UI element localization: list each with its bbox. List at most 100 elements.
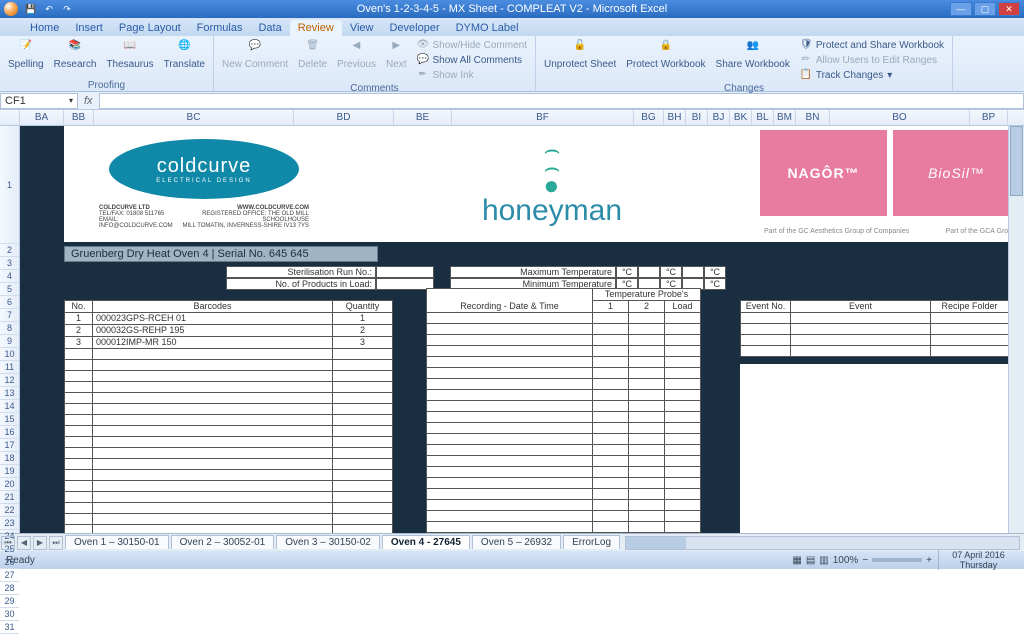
recording-table[interactable]: Recording - Date & TimeTemperature Probe… [426,288,701,533]
column-header-BF[interactable]: BF [452,110,634,125]
redo-icon[interactable]: ↷ [60,2,74,16]
row-header-13[interactable]: 13 [0,387,19,400]
horizontal-scrollbar[interactable] [625,536,1020,550]
tab-nav-first[interactable]: ⏮ [1,536,15,550]
row-header-28[interactable]: 28 [0,582,19,595]
row-header-5[interactable]: 5 [0,283,19,296]
row-header-27[interactable]: 27 [0,569,19,582]
row-header-30[interactable]: 30 [0,608,19,621]
ribbon-tab-view[interactable]: View [342,20,382,36]
sheet-tab-oven-4-27645[interactable]: Oven 4 - 27645 [382,535,470,549]
protect-share-button[interactable]: 🛡Protect and Share Workbook [798,38,946,52]
view-layout-icon[interactable]: ▤ [806,555,815,566]
sheet-tab-oven-1-30150-01[interactable]: Oven 1 – 30150-01 [65,535,169,549]
ribbon-tab-insert[interactable]: Insert [67,20,111,36]
column-header-BG[interactable]: BG [634,110,664,125]
row-header-14[interactable]: 14 [0,400,19,413]
row-header-12[interactable]: 12 [0,374,19,387]
sheet-tab-oven-5-26932[interactable]: Oven 5 – 26932 [472,535,561,549]
row-header-11[interactable]: 11 [0,361,19,374]
ribbon-tab-formulas[interactable]: Formulas [189,20,251,36]
row-header-4[interactable]: 4 [0,270,19,283]
row-header-1[interactable]: 1 [0,126,19,244]
sheet-tab-oven-2-30052-01[interactable]: Oven 2 – 30052-01 [171,535,275,549]
row-header-2[interactable]: 2 [0,244,19,257]
vertical-scrollbar[interactable] [1008,126,1024,533]
view-break-icon[interactable]: ▥ [819,555,828,566]
column-header-BB[interactable]: BB [64,110,94,125]
save-icon[interactable]: 💾 [24,2,38,16]
thesaurus-button[interactable]: 📖Thesaurus [104,38,155,79]
ribbon-tab-dymo-label[interactable]: DYMO Label [448,20,527,36]
row-header-7[interactable]: 7 [0,309,19,322]
share-workbook-button[interactable]: 👥Share Workbook [714,38,792,82]
protect-workbook-button[interactable]: 🔒Protect Workbook [624,38,707,82]
zoom-controls[interactable]: ▦ ▤ ▥ 100% − + [792,555,932,566]
barcodes-table[interactable]: No.BarcodesQuantity1000023GPS-RCEH 01120… [64,300,393,533]
tab-nav-next[interactable]: ▶ [33,536,47,550]
column-header-BA[interactable]: BA [20,110,64,125]
column-header-BP[interactable]: BP [970,110,1008,125]
column-header-BC[interactable]: BC [94,110,294,125]
sheet-grid[interactable]: coldcurve ELECTRICAL DESIGN COLDCURVE LT… [20,126,1024,533]
zoom-level[interactable]: 100% [833,555,859,566]
zoom-in-icon[interactable]: + [926,555,932,566]
formula-input[interactable] [99,93,1024,109]
track-changes-button[interactable]: 📋Track Changes ▾ [798,68,946,82]
scrollbar-thumb[interactable] [1010,126,1023,196]
events-table[interactable]: Event No.EventRecipe Folder [740,300,1009,357]
close-button[interactable]: ✕ [998,2,1020,16]
tab-nav-last[interactable]: ⏭ [49,536,63,550]
fx-icon[interactable]: fx [78,95,99,107]
undo-icon[interactable]: ↶ [42,2,56,16]
maximize-button[interactable]: ▢ [974,2,996,16]
row-header-15[interactable]: 15 [0,413,19,426]
chevron-down-icon[interactable]: ▾ [69,96,73,105]
translate-button[interactable]: 🌐Translate [162,38,207,79]
column-header-BK[interactable]: BK [730,110,752,125]
row-header-16[interactable]: 16 [0,426,19,439]
ribbon-tab-review[interactable]: Review [290,20,342,36]
spelling-button[interactable]: 📝Spelling [6,38,46,79]
unprotect-sheet-button[interactable]: 🔓Unprotect Sheet [542,38,618,82]
row-header-18[interactable]: 18 [0,452,19,465]
row-header-29[interactable]: 29 [0,595,19,608]
column-header-BN[interactable]: BN [796,110,830,125]
column-header-BH[interactable]: BH [664,110,686,125]
ribbon-tab-home[interactable]: Home [22,20,67,36]
sheet-tab-errorlog[interactable]: ErrorLog [563,535,620,549]
ribbon-tab-developer[interactable]: Developer [381,20,447,36]
ribbon-tab-page-layout[interactable]: Page Layout [111,20,189,36]
show-ink-button[interactable]: ✒Show Ink [415,68,529,82]
previous-comment-button[interactable]: ◀Previous [335,38,378,82]
column-header-BO[interactable]: BO [830,110,970,125]
row-header-19[interactable]: 19 [0,465,19,478]
show-all-comments-button[interactable]: 💬Show All Comments [415,53,529,67]
column-header-BI[interactable]: BI [686,110,708,125]
column-header-BJ[interactable]: BJ [708,110,730,125]
column-header-BM[interactable]: BM [774,110,796,125]
column-header-BE[interactable]: BE [394,110,452,125]
max-temp-val2[interactable] [682,266,704,278]
view-normal-icon[interactable]: ▦ [792,555,801,566]
research-button[interactable]: 📚Research [52,38,99,79]
row-header-9[interactable]: 9 [0,335,19,348]
ribbon-tab-data[interactable]: Data [250,20,289,36]
tab-nav-prev[interactable]: ◀ [17,536,31,550]
row-header-8[interactable]: 8 [0,322,19,335]
zoom-slider[interactable] [872,558,922,562]
office-orb[interactable] [4,2,18,16]
row-header-10[interactable]: 10 [0,348,19,361]
column-header-BL[interactable]: BL [752,110,774,125]
select-all-corner[interactable] [0,110,20,125]
row-header-22[interactable]: 22 [0,504,19,517]
max-temp-val1[interactable] [638,266,660,278]
row-header-3[interactable]: 3 [0,257,19,270]
row-header-23[interactable]: 23 [0,517,19,530]
row-header-17[interactable]: 17 [0,439,19,452]
sterilisation-run-value[interactable] [376,266,434,278]
row-header-31[interactable]: 31 [0,621,19,634]
column-header-BD[interactable]: BD [294,110,394,125]
minimize-button[interactable]: — [950,2,972,16]
new-comment-button[interactable]: 💬New Comment [220,38,290,82]
